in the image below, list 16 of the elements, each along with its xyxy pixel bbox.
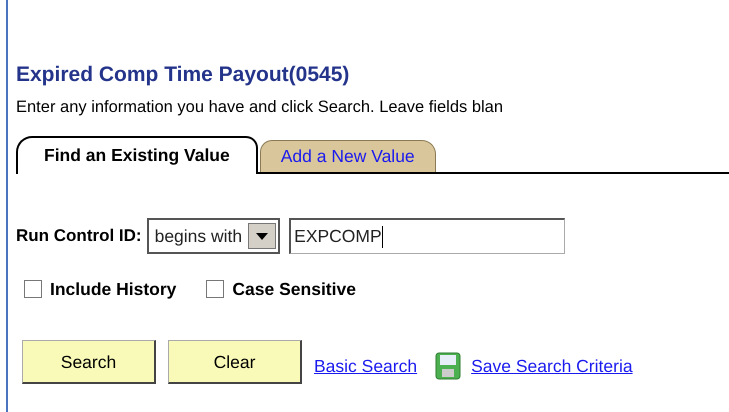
save-icon (435, 352, 462, 380)
link[interactable]: Basic Search (314, 353, 418, 380)
checkbox-label: Case Sensitive (232, 278, 356, 301)
action-button[interactable]: Clear (168, 340, 302, 384)
action-button[interactable]: Search (22, 340, 156, 384)
operator-dropdown[interactable]: begins with (146, 218, 280, 254)
run-control-field[interactable]: EXPCOMP (289, 218, 566, 254)
checkbox[interactable] (206, 280, 224, 298)
checkbox[interactable] (24, 280, 42, 298)
checkbox-label: Include History (50, 278, 176, 301)
instructions: Enter any information you have and click Search. Leave fields blan (16, 97, 504, 118)
tab[interactable]: Find an Existing Value (16, 136, 258, 174)
link[interactable]: Save Search Criteria (471, 353, 633, 380)
tab[interactable]: Add a New Value (260, 140, 436, 172)
page-title: Expired Comp Time Payout(0545) (16, 62, 350, 88)
field-label: Run Control ID: (16, 225, 142, 248)
